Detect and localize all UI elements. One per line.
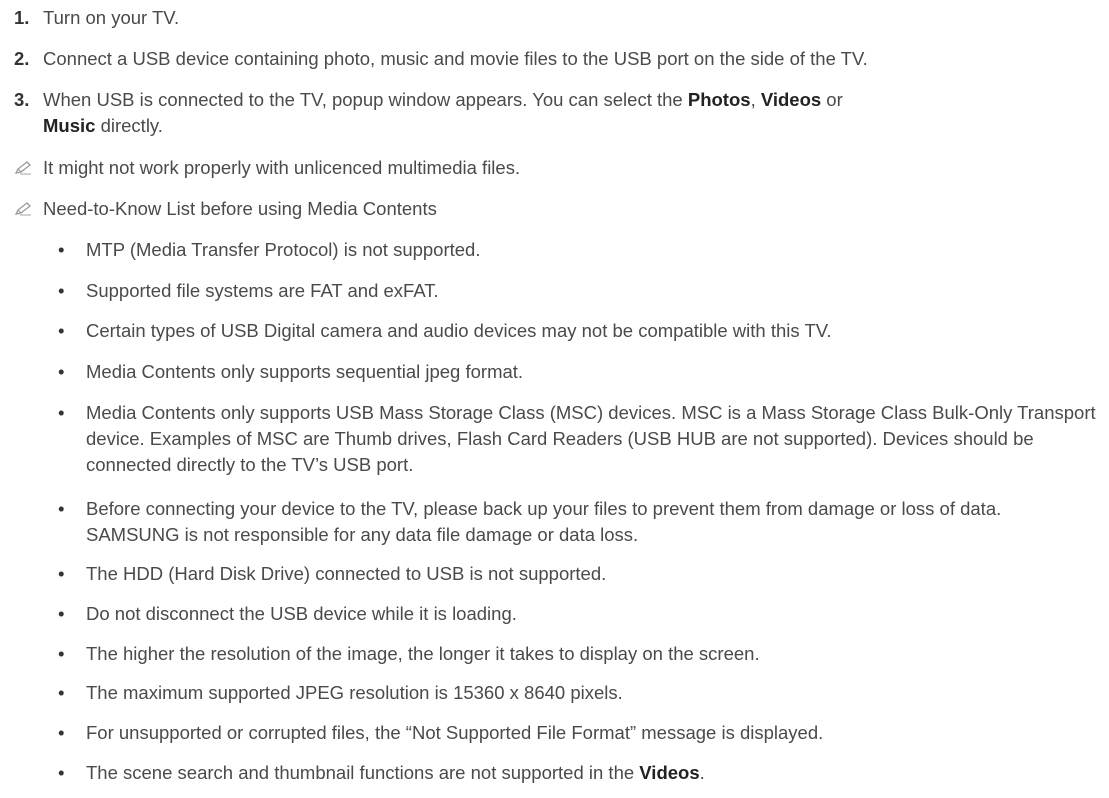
videos-label: Videos (760, 89, 822, 110)
bullet-icon: • (58, 280, 65, 301)
step-2: 2. Connect a USB device containing photo… (14, 46, 1094, 72)
note-2: Need-to-Know List before using Media Con… (14, 196, 1094, 222)
bullet-icon: • (58, 361, 65, 382)
list-item-text: Media Contents only supports sequential … (86, 361, 524, 382)
step-3: 3. When USB is connected to the TV, popu… (14, 87, 1094, 139)
bullet-icon: • (58, 682, 65, 703)
step-text-part: When USB is connected to the TV, popup w… (43, 89, 688, 110)
bullet-icon: • (58, 402, 65, 423)
step-text-part: or (821, 89, 843, 110)
pencil-note-icon (14, 196, 43, 222)
list-item-text: Supported file systems are FAT and exFAT… (86, 280, 439, 301)
list-item-text: Do not disconnect the USB device while i… (86, 603, 517, 624)
step-text: When USB is connected to the TV, popup w… (43, 87, 1094, 139)
list-item-text: Before connecting your device to the TV,… (86, 498, 1002, 545)
note-text: Need-to-Know List before using Media Con… (43, 198, 437, 219)
list-item: • The HDD (Hard Disk Drive) connected to… (57, 561, 1097, 587)
list-item-text-part: The scene search and thumbnail functions… (86, 762, 640, 783)
list-item: • Supported file systems are FAT and exF… (57, 278, 1097, 304)
manual-page: 1. Turn on your TV. 2. Connect a USB dev… (0, 0, 1109, 798)
list-item-text: MTP (Media Transfer Protocol) is not sup… (86, 239, 481, 260)
bullet-icon: • (58, 762, 65, 783)
list-item: • The maximum supported JPEG resolution … (57, 680, 1097, 706)
bullet-icon: • (58, 320, 65, 341)
bullet-icon: • (58, 603, 65, 624)
list-item-text: Certain types of USB Digital camera and … (86, 320, 832, 341)
step-text-part: , (750, 89, 761, 110)
step-text: Connect a USB device containing photo, m… (43, 48, 868, 69)
step-number: 3. (14, 89, 30, 110)
list-item: • The scene search and thumbnail functio… (57, 760, 1097, 786)
note-1: It might not work properly with unlicenc… (14, 155, 1094, 181)
bullet-icon: • (58, 722, 65, 743)
bullet-icon: • (58, 643, 65, 664)
list-item-text: For unsupported or corrupted files, the … (86, 722, 824, 743)
list-item: • Do not disconnect the USB device while… (57, 601, 1097, 627)
list-item: • MTP (Media Transfer Protocol) is not s… (57, 237, 1097, 263)
list-item: • Before connecting your device to the T… (57, 496, 1097, 548)
step-number: 2. (14, 48, 30, 69)
list-item: • For unsupported or corrupted files, th… (57, 720, 1097, 746)
bullet-icon: • (58, 239, 65, 260)
pencil-note-icon (14, 155, 43, 181)
list-item: • Media Contents only supports sequentia… (57, 359, 1097, 385)
bullet-icon: • (58, 563, 65, 584)
list-item: • The higher the resolution of the image… (57, 641, 1097, 667)
list-item-text: Media Contents only supports USB Mass St… (86, 402, 1096, 475)
step-number: 1. (14, 7, 30, 28)
list-item: • Media Contents only supports USB Mass … (57, 400, 1097, 478)
bullet-icon: • (58, 498, 65, 519)
list-item-text: The HDD (Hard Disk Drive) connected to U… (86, 563, 607, 584)
photos-label: Photos (687, 89, 751, 110)
step-text-part: directly. (95, 115, 163, 136)
music-label: Music (43, 115, 96, 136)
list-item: • Certain types of USB Digital camera an… (57, 318, 1097, 344)
step-text: Turn on your TV. (43, 7, 180, 28)
videos-label: Videos (639, 762, 700, 783)
list-item-text: The maximum supported JPEG resolution is… (86, 682, 623, 703)
list-item-text: The higher the resolution of the image, … (86, 643, 760, 664)
list-item-text-part: . (699, 762, 705, 783)
step-1: 1. Turn on your TV. (14, 5, 1094, 31)
list-item-text: The scene search and thumbnail functions… (86, 760, 1097, 786)
note-text: It might not work properly with unlicenc… (43, 157, 521, 178)
